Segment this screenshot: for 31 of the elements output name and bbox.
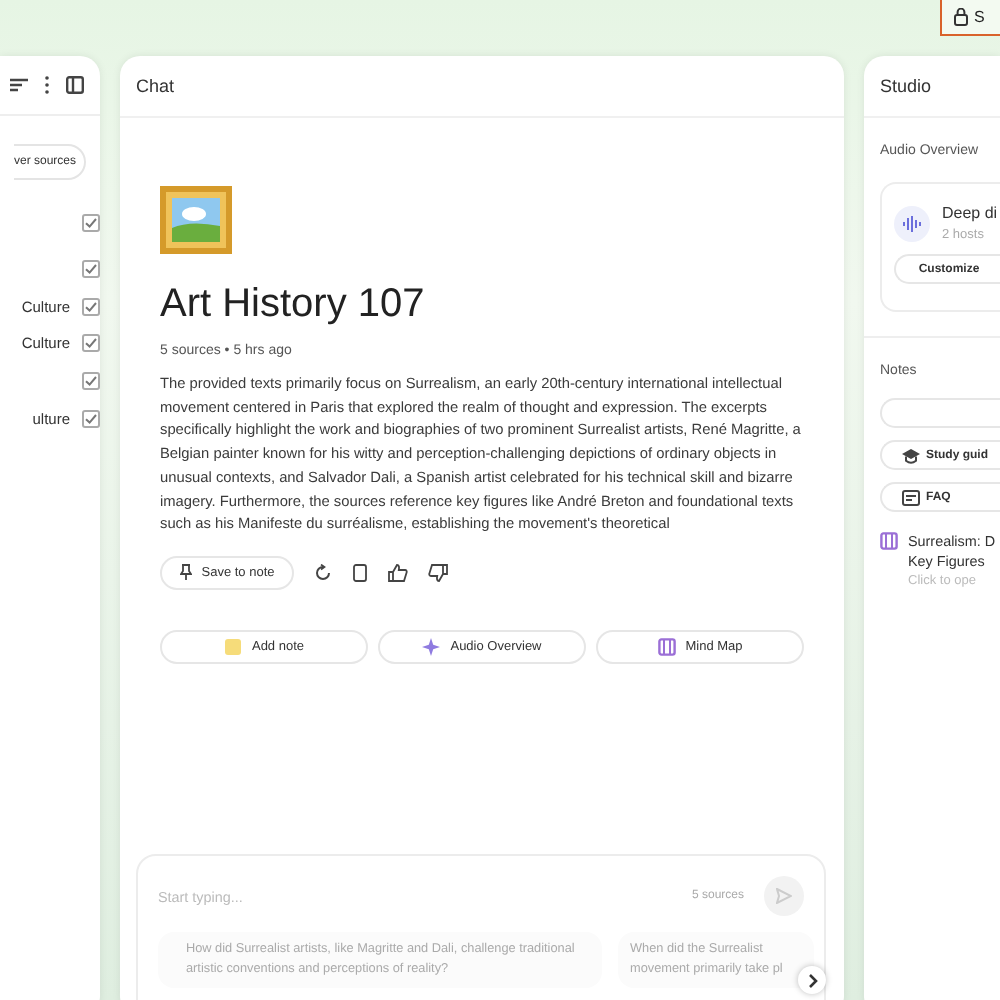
framed-picture-icon	[160, 186, 232, 254]
audio-title: Deep di	[942, 204, 998, 222]
copy-icon[interactable]	[352, 563, 368, 582]
next-button[interactable]	[798, 966, 826, 994]
chevron-icon	[807, 973, 817, 987]
note-icon	[223, 637, 242, 656]
refresh-icon[interactable]	[314, 563, 332, 582]
notebook-title: Art History 107	[160, 282, 427, 328]
checkbox[interactable]	[82, 334, 100, 352]
lock-icon	[954, 7, 968, 25]
panel-title: Studio	[880, 76, 932, 96]
mind-map-icon	[657, 637, 676, 656]
share-button[interactable]: S	[940, 0, 1000, 36]
panel-title: Chat	[136, 76, 175, 96]
checkbox[interactable]	[82, 298, 100, 316]
graduation-cap-icon	[902, 447, 920, 463]
checkbox[interactable]	[82, 260, 100, 278]
panel-icon[interactable]	[66, 76, 84, 94]
sparkle-icon	[422, 637, 441, 656]
checkbox[interactable]	[82, 410, 100, 428]
more-icon[interactable]	[44, 76, 50, 94]
thumbs-down-icon[interactable]	[428, 563, 448, 582]
checkbox[interactable]	[82, 372, 100, 390]
faq-icon	[902, 489, 920, 505]
thumbs-up-icon[interactable]	[388, 563, 408, 582]
mind-map-icon	[880, 532, 898, 550]
sound-wave-icon	[894, 205, 930, 241]
send-icon	[776, 888, 792, 904]
checkbox[interactable]	[82, 214, 100, 232]
pin-icon	[179, 564, 192, 581]
filter-icon[interactable]	[10, 78, 28, 92]
